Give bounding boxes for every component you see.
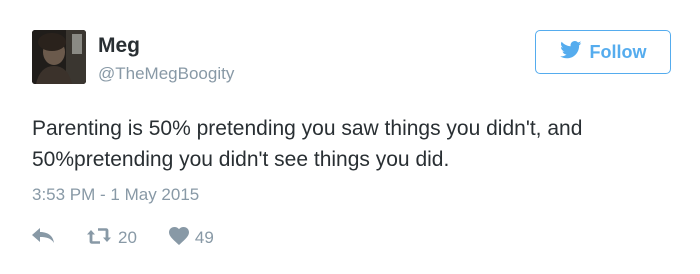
user-handle[interactable]: @TheMegBoogity: [98, 64, 234, 84]
tweet-actions: 20 49: [32, 226, 214, 250]
retweet-button[interactable]: 20: [86, 227, 137, 250]
follow-button-label: Follow: [589, 41, 647, 62]
avatar[interactable]: [32, 30, 86, 84]
like-count: 49: [194, 228, 214, 247]
reply-arrow-icon: [32, 227, 54, 249]
heart-icon: [168, 226, 189, 250]
display-name[interactable]: Meg: [98, 34, 140, 58]
retweet-icon: [86, 227, 112, 250]
follow-button[interactable]: Follow: [535, 30, 671, 74]
avatar-photo: [32, 30, 86, 84]
tweet-timestamp[interactable]: 3:53 PM - 1 May 2015: [32, 184, 199, 206]
reply-button[interactable]: [32, 227, 54, 249]
retweet-count: 20: [118, 228, 137, 247]
tweet-text: Parenting is 50% pretending you saw thin…: [32, 117, 583, 171]
like-button[interactable]: 49: [168, 226, 214, 250]
twitter-bird-icon: [559, 40, 582, 64]
tweet-card: Meg @TheMegBoogity Follow Parenting is 5…: [0, 0, 700, 274]
